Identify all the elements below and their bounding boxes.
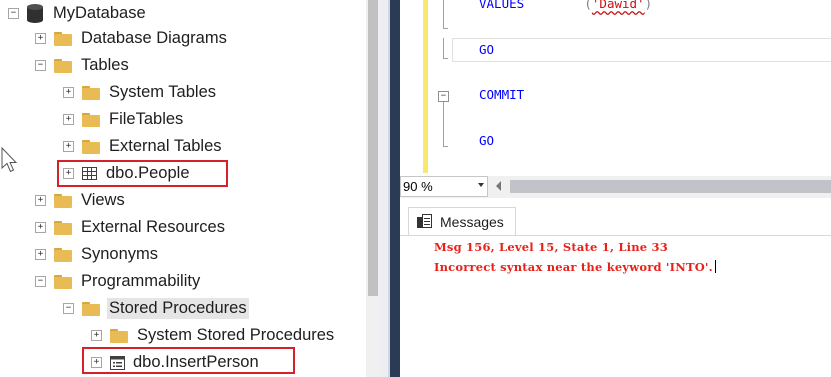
sql-punctuation: ) [644,0,653,11]
error-message-text: Msg 156, Level 15, State 1, Line 33 [434,240,668,254]
tree-node-label: Programmability [81,272,201,290]
expand-toggle[interactable]: + [35,33,46,44]
tree-node-mydatabase[interactable]: − MyDatabase [8,0,146,27]
database-icon [27,4,43,23]
editor-status-bar: 90 % [400,176,831,198]
folder-icon [82,139,100,154]
tree-node-label: Views [81,191,125,209]
chevron-down-icon[interactable] [478,183,484,187]
collapse-toggle[interactable]: − [63,303,74,314]
explorer-scrollbar-thumb[interactable] [368,0,378,296]
code-line-go: GO [479,42,494,57]
horizontal-scrollbar-thumb[interactable] [510,180,831,193]
tree-node-programmability[interactable]: − Programmability [35,268,200,295]
highlight-box-dbo-insertperson [82,347,295,374]
zoom-value: 90 % [403,179,433,194]
tab-messages[interactable]: Messages [408,207,516,235]
messages-icon [417,213,433,230]
folder-icon [54,220,72,235]
error-message-text: Incorrect syntax near the keyword 'INTO'… [434,260,713,274]
code-line-go: GO [479,133,494,148]
tab-label: Messages [440,213,504,230]
expand-toggle[interactable]: + [35,249,46,260]
fold-guide [443,102,444,146]
expand-toggle[interactable]: + [35,222,46,233]
tree-node-label: Database Diagrams [81,29,227,47]
tab-strip-border [400,235,831,236]
sql-keyword: GO [479,42,495,57]
folder-icon [54,31,72,46]
folder-icon [54,193,72,208]
tree-node-synonyms[interactable]: + Synonyms [35,241,158,268]
fold-guide [443,0,444,28]
tree-node-label: FileTables [109,110,184,128]
mouse-pointer-icon [1,146,18,173]
sql-keyword: GO [479,133,495,148]
object-explorer: − MyDatabase + Database Diagrams − Table… [0,0,366,377]
zoom-dropdown[interactable]: 90 % [400,176,488,197]
folder-icon [110,328,128,343]
document-well-border [390,0,400,377]
error-message-line: Msg 156, Level 15, State 1, Line 33 [434,240,668,254]
highlight-box-dbo-people [57,160,228,187]
tree-node-external-tables[interactable]: + External Tables [63,133,222,160]
sql-keyword: VALUES [479,0,525,11]
tree-node-label: Tables [81,56,129,74]
tree-node-tables[interactable]: − Tables [35,52,129,79]
tree-node-label: System Tables [109,83,216,101]
collapse-toggle[interactable]: − [35,276,46,287]
fold-guide [443,28,448,29]
expand-toggle[interactable]: + [35,195,46,206]
expand-toggle[interactable]: + [91,330,102,341]
expand-toggle[interactable]: + [63,114,74,125]
tree-node-label: External Tables [109,137,222,155]
tree-node-label: Stored Procedures [107,298,249,319]
tree-node-views[interactable]: + Views [35,187,125,214]
fold-guide [443,146,448,147]
tree-node-stored-procedures[interactable]: − Stored Procedures [63,295,249,322]
results-pane: Messages Msg 156, Level 15, State 1, Lin… [400,198,831,377]
collapse-toggle[interactable]: − [8,8,19,19]
folder-icon [82,301,100,316]
text-caret [714,260,716,273]
pane-splitter[interactable] [380,0,388,377]
code-line-values: VALUES ('Dawid') [479,0,652,11]
tree-node-label: MyDatabase [53,4,146,22]
sql-keyword: COMMIT [479,87,525,102]
folder-icon [54,58,72,73]
folder-icon [82,112,100,127]
tree-node-label: Synonyms [81,245,159,263]
folder-icon [54,274,72,289]
change-tracking-margin [423,0,428,173]
tree-node-label: System Stored Procedures [137,326,335,344]
collapse-toggle[interactable]: − [35,60,46,71]
sql-string-literal: 'Dawid' [591,0,645,11]
tree-node-database-diagrams[interactable]: + Database Diagrams [35,25,227,52]
tree-node-system-tables[interactable]: + System Tables [63,79,216,106]
tree-node-external-resources[interactable]: + External Resources [35,214,225,241]
code-line-commit: COMMIT [479,87,524,102]
tree-node-system-stored-procedures[interactable]: + System Stored Procedures [91,322,334,349]
fold-guide [443,58,448,59]
query-editor[interactable]: − VALUES ('Dawid') GO COMMIT GO [400,0,831,176]
error-message-line: Incorrect syntax near the keyword 'INTO'… [434,260,716,274]
fold-toggle[interactable]: − [438,91,449,102]
tree-node-label: External Resources [81,218,225,236]
tree-node-filetables[interactable]: + FileTables [63,106,183,133]
folder-icon [82,85,100,100]
scroll-left-arrow-icon[interactable] [496,181,501,191]
expand-toggle[interactable]: + [63,141,74,152]
expand-toggle[interactable]: + [63,87,74,98]
fold-guide [443,38,444,58]
sql-punctuation: ( [584,0,592,11]
current-line-highlight [452,38,831,62]
folder-icon [54,247,72,262]
